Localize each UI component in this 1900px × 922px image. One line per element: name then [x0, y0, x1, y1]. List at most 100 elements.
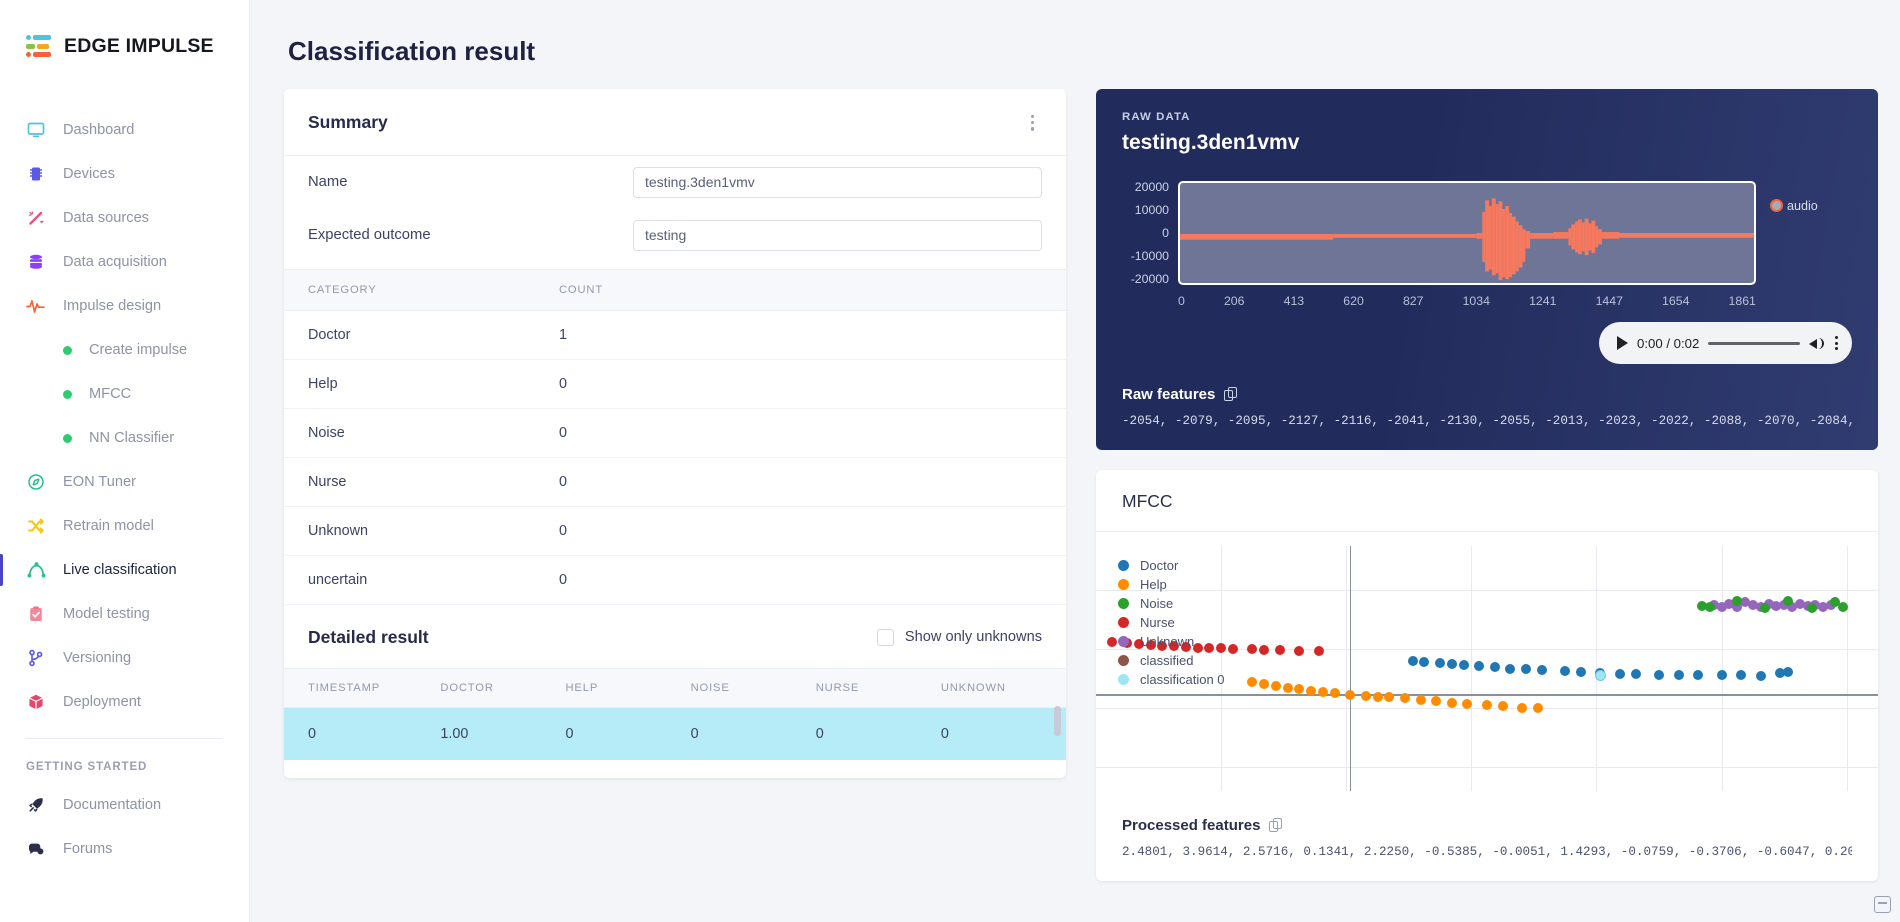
x-tick: 1654 — [1662, 294, 1690, 308]
detailed-result-scroll-area: TIMESTAMP DOCTOR HELP NOISE NURSE UNKNOW… — [284, 667, 1066, 760]
scatter-point — [1575, 667, 1586, 678]
column-header-timestamp: TIMESTAMP — [284, 667, 441, 708]
sidebar-item-devices[interactable]: Devices — [0, 152, 249, 196]
clipboard-check-icon — [26, 604, 46, 624]
sidebar-item-nn-classifier[interactable]: NN Classifier — [0, 416, 249, 460]
processed-features-values: 2.4801, 3.9614, 2.5716, 0.1341, 2.2250, … — [1122, 845, 1852, 859]
scatter-point — [1837, 602, 1848, 613]
play-icon[interactable] — [1617, 336, 1628, 350]
field-label: Expected outcome — [308, 227, 431, 244]
left-column: Summary Name Expected outcome CATEGORY — [284, 89, 1066, 778]
name-input[interactable] — [633, 166, 1042, 198]
sidebar-item-documentation[interactable]: Documentation — [0, 783, 249, 827]
sidebar-item-label: Live classification — [63, 562, 177, 578]
feedback-icon[interactable] — [1874, 896, 1891, 913]
column-header-spacer — [759, 268, 1066, 311]
scatter-point — [1446, 697, 1457, 708]
sidebar-item-versioning[interactable]: Versioning — [0, 636, 249, 680]
audio-progress-track[interactable] — [1708, 341, 1800, 345]
audio-player[interactable]: 0:00 / 0:02 — [1599, 322, 1852, 364]
rocket-icon — [26, 795, 46, 815]
scatter-point — [1435, 658, 1446, 669]
sidebar-item-label: Versioning — [63, 650, 132, 666]
sidebar-item-retrain-model[interactable]: Retrain model — [0, 504, 249, 548]
scatter-point — [1736, 670, 1747, 681]
status-dot-icon — [63, 345, 72, 355]
legend-item-classification-0[interactable]: classification 0 — [1118, 670, 1225, 689]
sidebar-item-data-sources[interactable]: Data sources — [0, 196, 249, 240]
scatter-point — [1313, 646, 1324, 657]
legend-label: classification 0 — [1140, 672, 1225, 687]
sidebar-item-dashboard[interactable]: Dashboard — [0, 108, 249, 152]
scatter-point — [1755, 670, 1766, 681]
sidebar-item-forums[interactable]: Forums — [0, 827, 249, 871]
live-classification-icon — [26, 560, 46, 580]
legend-label: Unknown — [1140, 634, 1195, 649]
sidebar-item-model-testing[interactable]: Model testing — [0, 592, 249, 636]
scatter-point — [1630, 669, 1641, 680]
copy-icon[interactable] — [1224, 386, 1238, 403]
detailed-result-title: Detailed result — [308, 626, 429, 647]
audio-legend-label: audio — [1787, 199, 1818, 213]
raw-data-kicker: RAW DATA — [1122, 111, 1191, 123]
scatter-point — [1360, 690, 1371, 701]
legend-item-doctor[interactable]: Doctor — [1118, 556, 1225, 575]
y-tick: -20000 — [1130, 271, 1169, 286]
mfcc-panel: MFCC Doctor Help Noise Nurse Unknown cla… — [1096, 470, 1878, 881]
expected-outcome-input[interactable] — [633, 219, 1042, 251]
scatter-point — [1270, 680, 1281, 691]
copy-icon[interactable] — [1269, 817, 1283, 834]
sidebar-item-eon-tuner[interactable]: EON Tuner — [0, 460, 249, 504]
sidebar-item-data-acquisition[interactable]: Data acquisition — [0, 240, 249, 284]
table-scrollbar[interactable] — [1054, 668, 1061, 760]
legend-item-help[interactable]: Help — [1118, 575, 1225, 594]
sidebar-item-create-impulse[interactable]: Create impulse — [0, 328, 249, 372]
sidebar-item-label: Retrain model — [63, 518, 154, 534]
sidebar-item-label: Data sources — [63, 210, 149, 226]
kebab-menu-icon[interactable] — [1023, 111, 1042, 135]
sidebar-item-impulse-design[interactable]: Impulse design — [0, 284, 249, 328]
legend-swatch-icon — [1118, 579, 1129, 590]
table-row: Doctor 1 — [284, 310, 1066, 360]
waveform-plot[interactable] — [1178, 181, 1756, 285]
summary-field-name: Name — [284, 156, 1066, 209]
legend-item-nurse[interactable]: Nurse — [1118, 613, 1225, 632]
legend-item-unknown[interactable]: Unknown — [1118, 632, 1225, 651]
processed-features-block: Processed features 2.4801, 3.9614, 2.571… — [1096, 791, 1878, 881]
volume-icon[interactable] — [1809, 335, 1826, 352]
cell-category: Nurse — [284, 457, 559, 507]
sidebar-item-mfcc[interactable]: MFCC — [0, 372, 249, 416]
brand-logo[interactable]: EDGE IMPULSE — [0, 22, 249, 70]
x-tick: 0 — [1178, 294, 1185, 308]
x-tick: 1447 — [1595, 294, 1623, 308]
raw-features-label: Raw features — [1122, 386, 1216, 403]
scatter-point — [1407, 656, 1418, 667]
sidebar-item-label: Data acquisition — [63, 254, 167, 270]
show-only-unknowns-toggle[interactable]: Show only unknowns — [876, 628, 1042, 646]
legend-item-classified[interactable]: classified — [1118, 651, 1225, 670]
show-only-unknowns-checkbox[interactable] — [876, 628, 894, 646]
column-header-noise: NOISE — [690, 667, 816, 708]
summary-card-header: Summary — [284, 89, 1066, 156]
scatter-point — [1505, 663, 1516, 674]
status-dot-icon — [63, 389, 72, 399]
x-tick: 827 — [1402, 294, 1424, 308]
scrollbar-thumb[interactable] — [1054, 706, 1061, 737]
table-row[interactable]: 0 1.00 0 0 0 0 — [284, 707, 1066, 760]
scatter-point — [1594, 669, 1606, 681]
mfcc-scatter-plot[interactable]: Doctor Help Noise Nurse Unknown classifi… — [1096, 546, 1878, 791]
scatter-y-axis — [1350, 546, 1352, 791]
kebab-menu-icon[interactable] — [1835, 336, 1842, 350]
database-icon — [26, 252, 46, 272]
x-tick: 1861 — [1728, 294, 1756, 308]
raw-features-values: -2054, -2079, -2095, -2127, -2116, -2041… — [1122, 414, 1852, 428]
sidebar-item-live-classification[interactable]: Live classification — [0, 548, 249, 592]
y-tick: -10000 — [1130, 248, 1169, 263]
field-label: Name — [308, 174, 348, 191]
legend-item-noise[interactable]: Noise — [1118, 594, 1225, 613]
sidebar-item-deployment[interactable]: Deployment — [0, 680, 249, 724]
waveform-plot-wrap: 0 206 413 620 827 1034 1241 1447 1654 18… — [1178, 181, 1756, 308]
raw-features-label-row: Raw features — [1122, 386, 1852, 403]
scatter-point — [1536, 664, 1547, 675]
mfcc-header: MFCC — [1096, 470, 1878, 532]
